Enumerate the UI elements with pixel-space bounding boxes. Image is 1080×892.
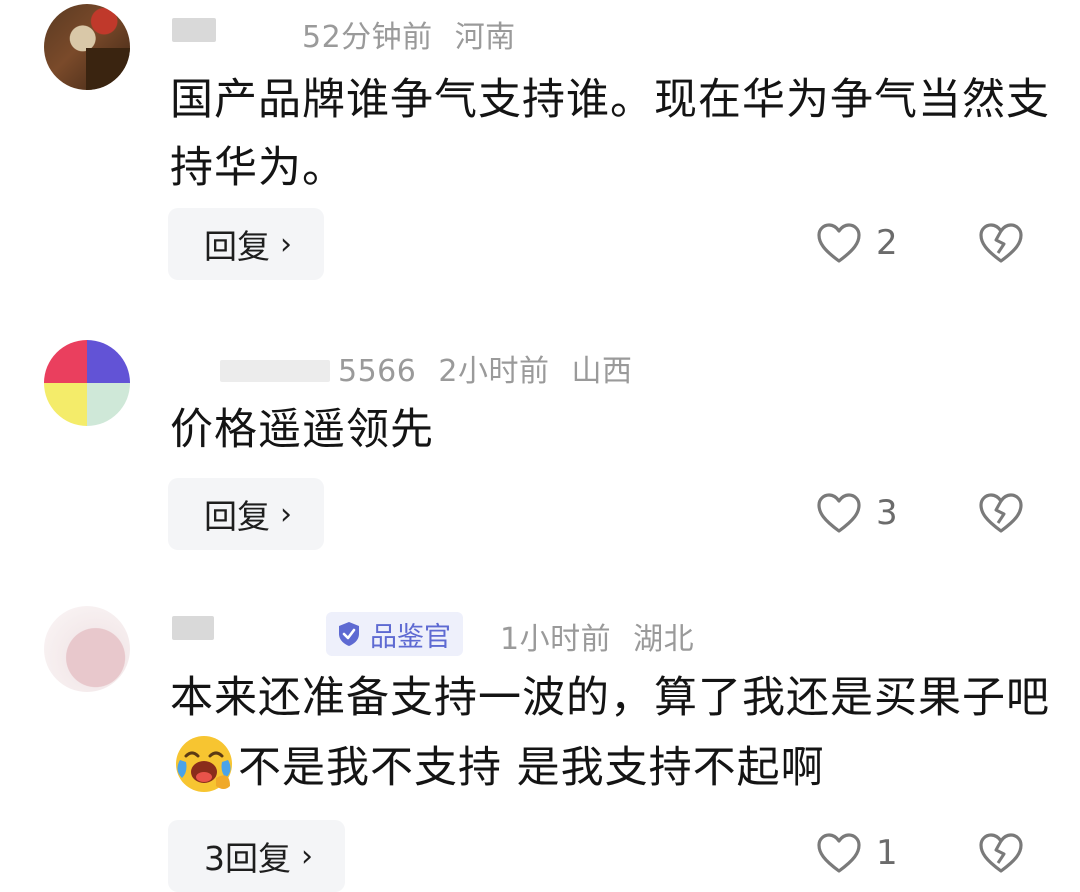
reply-button[interactable]: 回复 › (168, 478, 324, 550)
reply-button[interactable]: 回复 › (168, 208, 324, 280)
verified-badge: 品鉴官 (326, 612, 463, 656)
heart-outline-icon (817, 223, 861, 263)
dislike-button[interactable] (978, 222, 1024, 268)
like-count: 3 (876, 493, 898, 533)
like-button[interactable]: 2 (816, 222, 898, 264)
username-tail: 5566 (338, 354, 417, 389)
broken-heart-icon (979, 223, 1023, 263)
comment-text: 本来还准备支持一波的，算了我还是买果子吧 不是我不支持 是我支持不起啊 (170, 664, 1050, 802)
dislike-button[interactable] (978, 492, 1024, 538)
chevron-right-icon: › (280, 226, 292, 262)
badge-label: 品鉴官 (370, 621, 451, 653)
comment-text-part: 本来还准备支持一波的，算了我还是买果子吧 (170, 673, 1050, 723)
heart-outline-icon (817, 493, 861, 533)
comment-text: 国产品牌谁争气支持谁。现在华为争气当然支持华为。 (170, 75, 1050, 193)
comment-location: 湖北 (633, 622, 695, 657)
reply-label: 回复 (204, 497, 270, 536)
avatar[interactable] (44, 4, 130, 90)
username-blurred[interactable] (220, 360, 330, 382)
heart-outline-icon (817, 833, 861, 873)
chevron-right-icon: › (301, 838, 313, 874)
laughing-crying-emoji (176, 736, 232, 792)
reply-label: 3回复 (204, 839, 291, 878)
broken-heart-icon (979, 833, 1023, 873)
dislike-button[interactable] (978, 832, 1024, 878)
comment-meta: 1小时前 湖北 (500, 614, 716, 658)
comment-text-part: 不是我不支持 是我支持不起啊 (238, 743, 825, 793)
reply-button[interactable]: 3回复 › (168, 820, 345, 892)
like-button[interactable]: 1 (816, 832, 898, 874)
reply-label: 回复 (204, 227, 270, 266)
like-count: 2 (876, 223, 898, 263)
broken-heart-icon (979, 493, 1023, 533)
avatar[interactable] (44, 340, 130, 426)
comment-meta: 52分钟前 河南 (302, 12, 538, 56)
chevron-right-icon: › (280, 496, 292, 532)
like-count: 1 (876, 833, 898, 873)
comment-meta: 5566 2小时前 山西 (338, 346, 654, 390)
username-blurred[interactable] (172, 18, 216, 42)
username-blurred[interactable] (172, 616, 214, 640)
comment-time: 52分钟前 (302, 20, 433, 55)
comment-time: 2小时前 (438, 354, 550, 389)
comment-location: 河南 (454, 20, 516, 55)
comment-text: 价格遥遥领先 (170, 405, 434, 455)
verified-check-icon (339, 622, 359, 646)
avatar[interactable] (44, 606, 130, 692)
like-button[interactable]: 3 (816, 492, 898, 534)
comment-location: 山西 (571, 354, 633, 389)
comment-time: 1小时前 (500, 622, 612, 657)
